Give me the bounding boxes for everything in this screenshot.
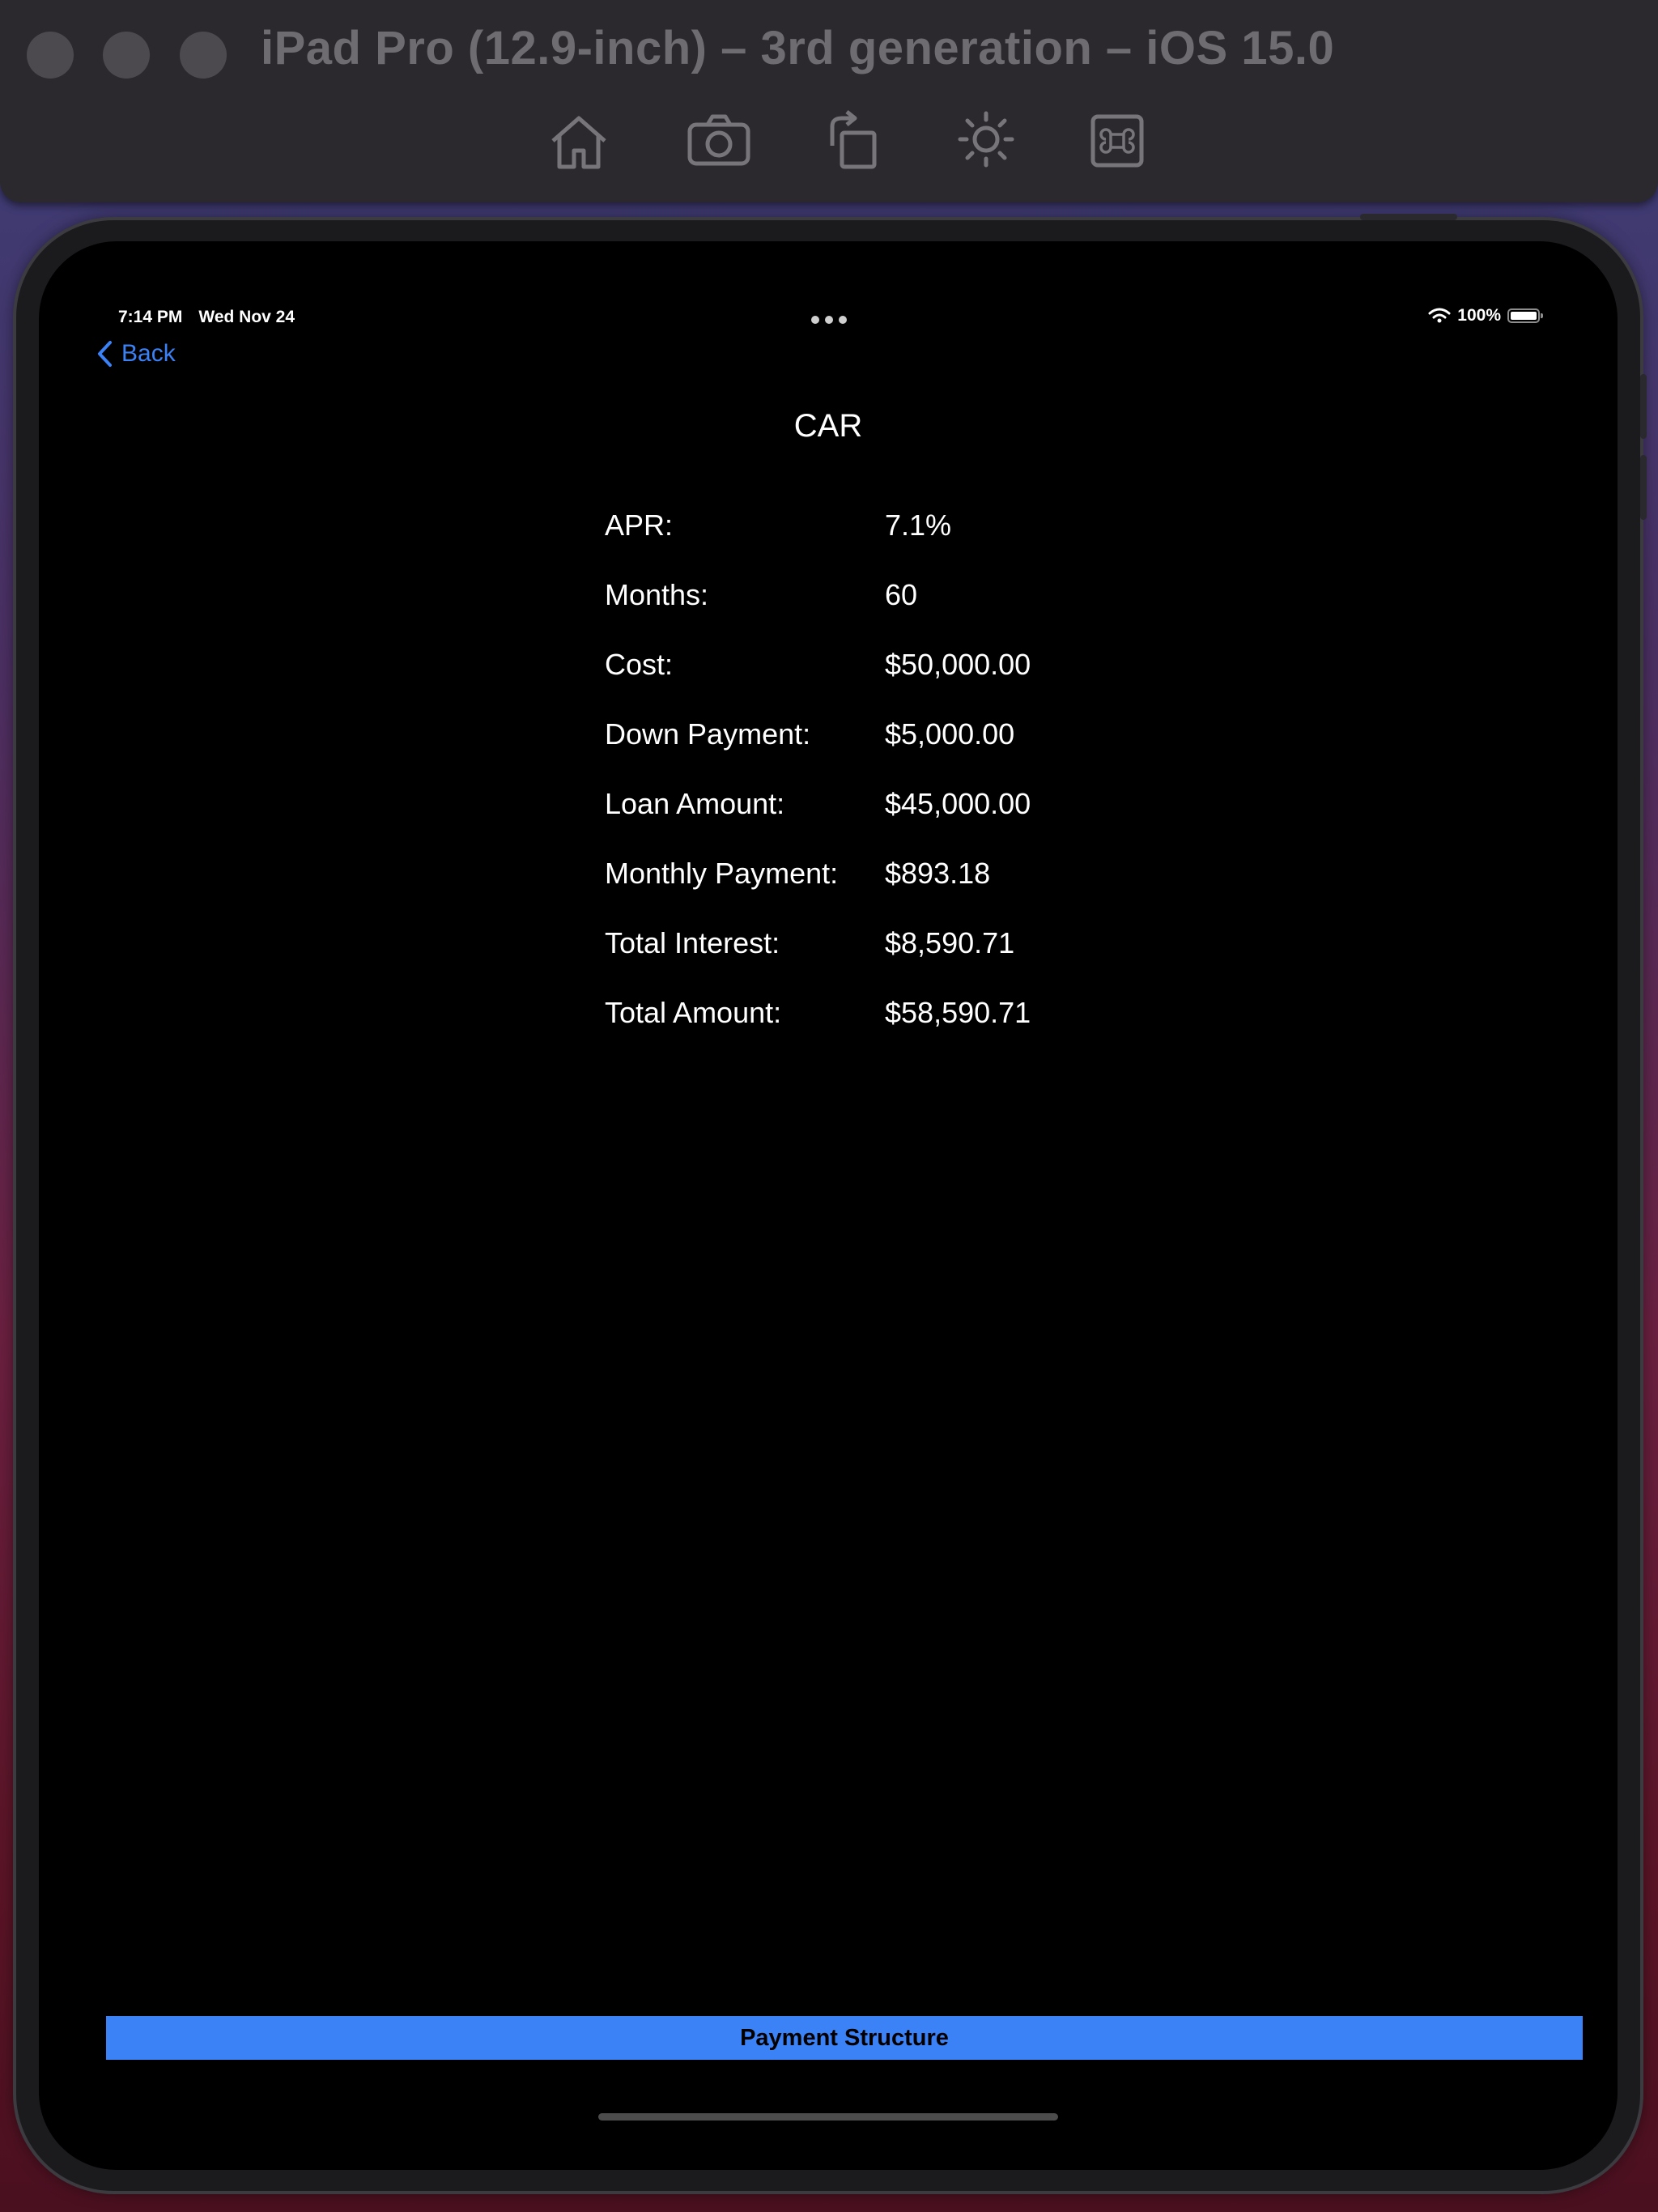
detail-value: 60 — [885, 578, 918, 611]
status-bar-clock: 7:14 PM Wed Nov 24 — [118, 308, 311, 327]
close-window-button[interactable] — [27, 32, 74, 79]
detail-value: $893.18 — [885, 857, 991, 890]
zoom-window-button[interactable] — [180, 32, 227, 79]
home-indicator[interactable] — [598, 2113, 1058, 2121]
simulator-title: iPad Pro (12.9-inch) – 3rd generation – … — [261, 22, 1335, 74]
back-label: Back — [121, 340, 176, 367]
back-button[interactable]: Back — [96, 340, 176, 368]
camera-icon[interactable] — [687, 110, 751, 172]
top-button — [1360, 214, 1457, 220]
command-icon[interactable] — [1085, 110, 1150, 172]
detail-label: Total Amount: — [605, 996, 782, 1029]
ipad-device-frame: 7:14 PM Wed Nov 24 100% Back CAR APR: 7.… — [16, 214, 1647, 2191]
detail-value: $5,000.00 — [885, 717, 1015, 751]
detail-label: Cost: — [605, 648, 674, 681]
battery-icon — [1507, 308, 1543, 323]
status-time: 7:14 PM — [118, 308, 183, 326]
detail-label: Loan Amount: — [605, 787, 785, 820]
detail-value: $45,000.00 — [885, 787, 1031, 820]
minimize-window-button[interactable] — [103, 32, 150, 79]
payment-structure-button[interactable]: Payment Structure — [106, 2016, 1583, 2060]
detail-label: Months: — [605, 578, 709, 611]
brightness-icon[interactable] — [954, 110, 1018, 172]
wifi-icon — [1428, 308, 1451, 323]
status-date: Wed Nov 24 — [198, 308, 295, 326]
detail-value: $50,000.00 — [885, 648, 1031, 681]
page-title: CAR — [793, 408, 863, 444]
simulator-title-bar: iPad Pro (12.9-inch) – 3rd generation – … — [0, 0, 1658, 202]
detail-label: APR: — [605, 508, 674, 542]
detail-value: 7.1% — [885, 508, 952, 542]
home-icon[interactable] — [546, 110, 611, 172]
rotate-icon[interactable] — [821, 110, 886, 172]
volume-up-button — [1640, 374, 1647, 439]
chevron-left-icon — [98, 341, 112, 367]
multitasking-dots-icon[interactable] — [811, 316, 847, 324]
detail-value: $58,590.71 — [885, 996, 1031, 1029]
status-bar-indicators: 100% — [1428, 306, 1543, 325]
battery-percentage: 100% — [1457, 306, 1501, 325]
app-screen: 7:14 PM Wed Nov 24 100% Back CAR APR: 7.… — [39, 241, 1618, 2170]
detail-label: Monthly Payment: — [605, 857, 839, 890]
volume-down-button — [1640, 455, 1647, 520]
detail-label: Down Payment: — [605, 717, 811, 751]
detail-value: $8,590.71 — [885, 926, 1015, 959]
detail-label: Total Interest: — [605, 926, 780, 959]
